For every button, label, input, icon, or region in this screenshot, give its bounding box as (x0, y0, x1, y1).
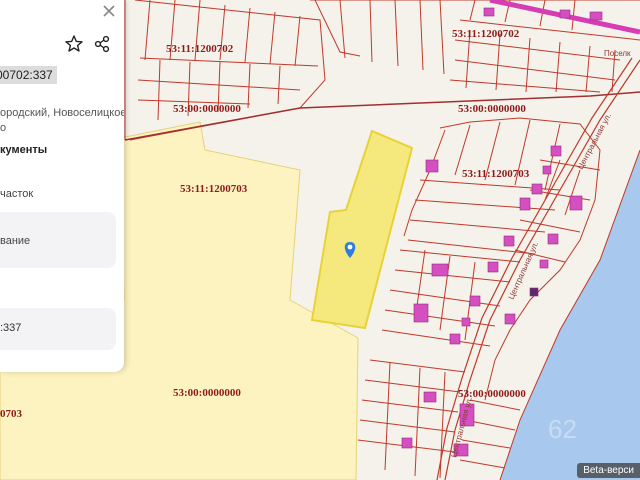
quarter-label: 53:00:0000000 (458, 103, 526, 115)
quarter-label: 53:00:0000000 (173, 387, 241, 399)
star-icon[interactable] (64, 34, 84, 54)
watermark: 62 (548, 414, 577, 444)
quarter-label: 53:11:1200702 (166, 43, 234, 55)
address-line: ородский, Новоселицкое (0, 107, 124, 119)
close-icon[interactable] (102, 4, 116, 18)
number-value: :337 (0, 322, 22, 334)
quarter-label: 53:11:1200703 (462, 168, 530, 180)
street-label: Поселк (604, 49, 631, 58)
quarter-label: 53:11:1200703 (180, 183, 248, 195)
purpose-label: вание (0, 235, 31, 247)
quarter-label: 0703 (0, 408, 23, 420)
parcel-info-panel: 00702:337 ородский, Новоселицкое о кумен… (0, 0, 124, 372)
number-card: :337 (0, 308, 116, 350)
land-type: часток (0, 188, 34, 200)
purpose-card: вание (0, 212, 116, 268)
address-line: о (0, 122, 7, 134)
quarter-label: 53:11:1200702 (452, 28, 520, 40)
share-icon[interactable] (92, 34, 112, 54)
beta-version-badge: Beta-верси (577, 463, 640, 478)
parcel-address: ородский, Новоселицкое о (0, 106, 124, 136)
cadastral-number: 00702:337 (0, 66, 57, 84)
documents-link[interactable]: кументы (0, 144, 47, 156)
quarter-label: 53:00:0000000 (173, 103, 241, 115)
